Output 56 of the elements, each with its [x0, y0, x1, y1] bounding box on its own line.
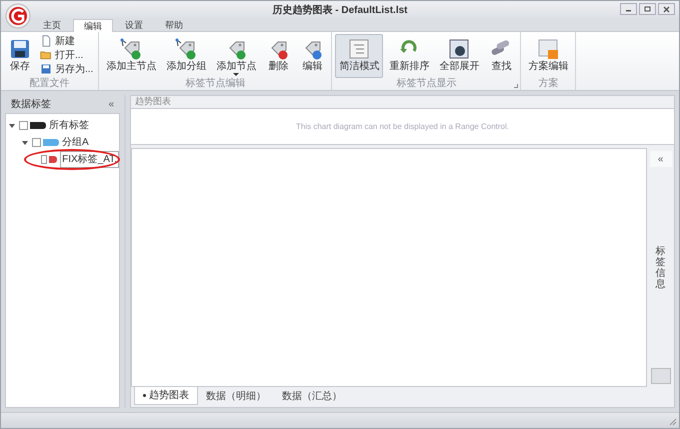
tag-add-icon — [174, 37, 198, 61]
ribbon-button[interactable]: 编辑 — [296, 34, 328, 78]
group-label: 标签节点编辑 — [185, 78, 246, 90]
ribbon-tab[interactable]: 编辑 — [73, 19, 113, 32]
ribbon-button[interactable]: 添加分组 — [162, 34, 210, 78]
close-icon — [663, 6, 670, 12]
expander-icon[interactable] — [22, 140, 30, 146]
ribbon-button[interactable]: 查找 — [485, 34, 518, 78]
bottom-tab[interactable]: 数据（明细） — [198, 387, 274, 405]
folder-window-icon — [536, 37, 560, 61]
ribbon-button[interactable]: 删除 — [262, 34, 294, 78]
ribbon-button[interactable]: 保存 — [4, 34, 36, 78]
ribbon-button[interactable]: 方案编辑 — [524, 34, 572, 78]
ribbon-button[interactable]: 另存为... — [38, 62, 96, 76]
list-icon — [347, 37, 372, 61]
group-label: 配置文件 — [30, 78, 70, 90]
checkbox[interactable] — [32, 138, 41, 147]
tag-icon — [48, 156, 58, 163]
minimize-button[interactable] — [620, 3, 637, 15]
ribbon-button[interactable]: 打开... — [38, 48, 96, 62]
expander-icon[interactable] — [9, 122, 17, 128]
ribbon-tab[interactable]: 主页 — [33, 19, 71, 31]
window-icon — [447, 37, 472, 61]
panel-title: 趋势图表 — [135, 95, 171, 108]
bottom-tab[interactable]: 趋势图表 — [134, 387, 198, 405]
ribbon-button[interactable]: 添加节点 — [212, 34, 260, 78]
checkbox[interactable] — [19, 121, 28, 130]
maximize-button[interactable] — [639, 3, 656, 15]
window-title: 历史趋势图表 - DefaultList.lst — [272, 4, 408, 18]
tree-item[interactable]: 分组A — [62, 135, 89, 150]
ribbon-button[interactable]: 新建 — [38, 34, 96, 48]
ribbon-button[interactable]: 添加主节点 — [102, 34, 160, 78]
collapse-button[interactable]: « — [108, 96, 114, 112]
group-label: 方案 — [538, 78, 558, 90]
resize-grip-icon[interactable] — [669, 418, 677, 426]
ribbon-button[interactable]: 简洁模式 — [335, 34, 384, 78]
ribbon-button[interactable]: 重新排序 — [385, 34, 434, 78]
panel-title: 标签信息 — [656, 246, 666, 290]
folder-icon — [40, 49, 52, 61]
ribbon-button[interactable]: 全部展开 — [435, 34, 484, 78]
maximize-icon — [644, 6, 651, 12]
checkbox[interactable] — [41, 155, 47, 164]
ribbon-tab[interactable]: 帮助 — [155, 19, 193, 31]
group-label: 标签节点显示 — [396, 78, 456, 90]
close-button[interactable] — [658, 3, 675, 15]
tag-icon — [43, 139, 59, 146]
bottom-tab[interactable]: 数据（汇总） — [274, 387, 350, 405]
panel-title: 数据标签 — [11, 98, 51, 112]
expand-button[interactable]: « — [650, 151, 672, 167]
tag-icon — [30, 122, 46, 129]
ribbon-tab[interactable]: 设置 — [115, 19, 153, 31]
tree-item[interactable]: 所有标签 — [49, 118, 89, 133]
document-icon — [40, 35, 52, 47]
range-message: This chart diagram can not be displayed in a Range Control. — [296, 120, 509, 132]
tag-add-icon — [119, 37, 144, 61]
dialog-launcher-icon[interactable] — [514, 84, 518, 88]
